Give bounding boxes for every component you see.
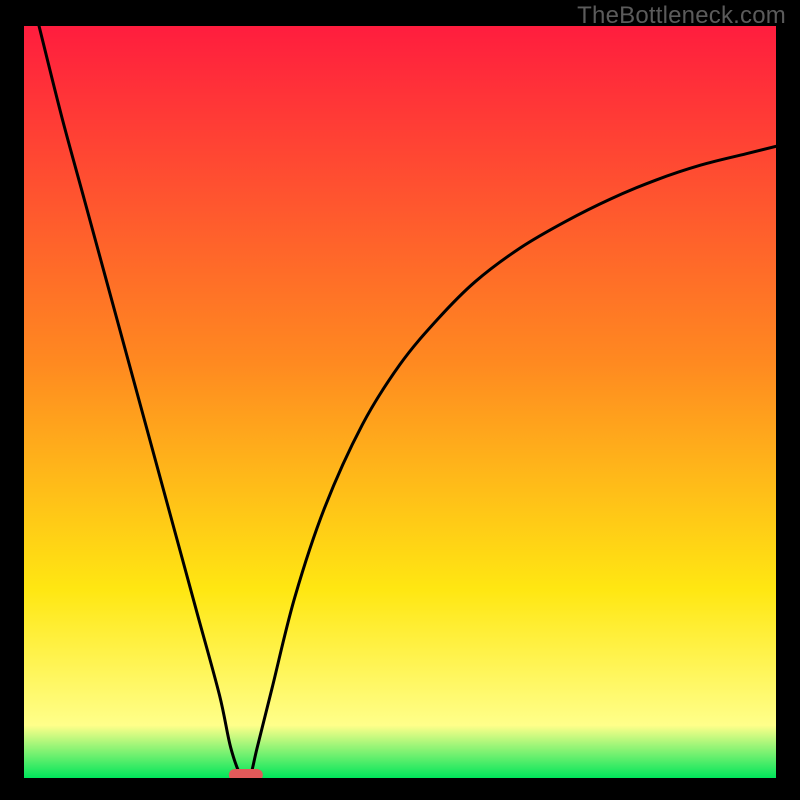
chart-background (24, 26, 776, 778)
watermark-text: TheBottleneck.com (577, 2, 786, 30)
bottleneck-chart (24, 26, 776, 778)
minimum-marker (229, 769, 263, 778)
chart-frame: TheBottleneck.com (0, 0, 800, 800)
